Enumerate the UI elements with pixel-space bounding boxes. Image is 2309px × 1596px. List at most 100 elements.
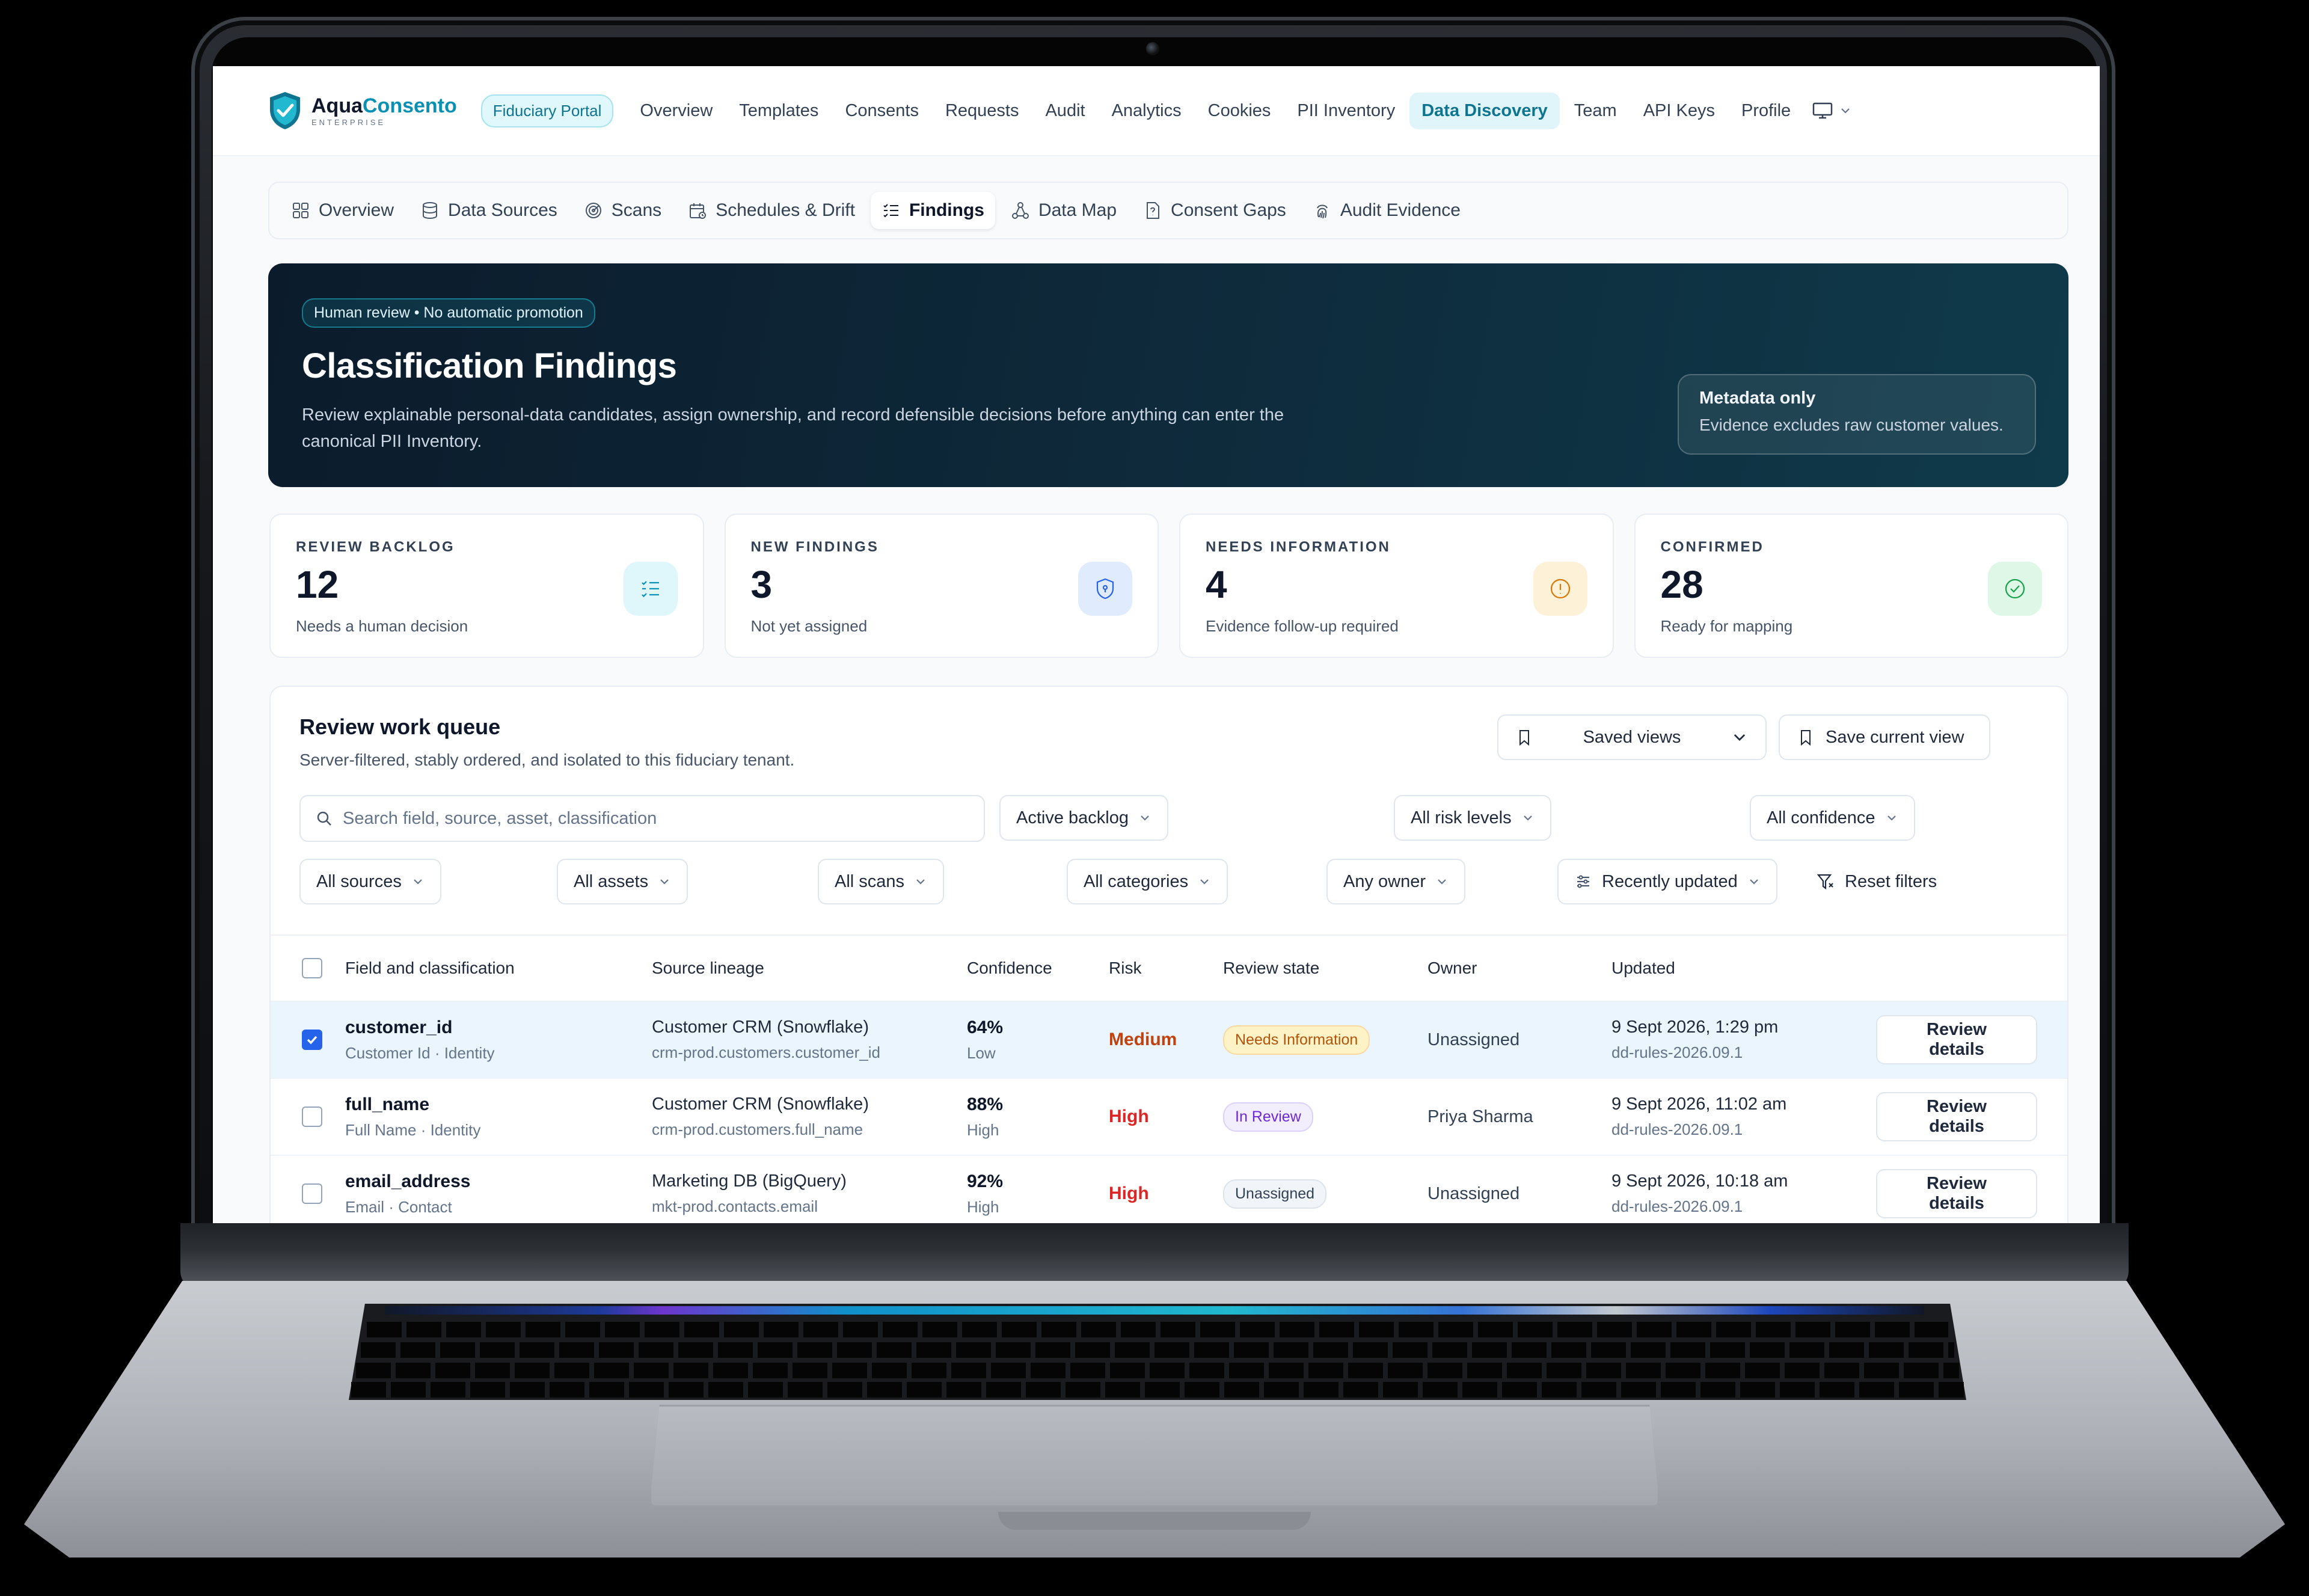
check-circle-icon [1988, 562, 2042, 616]
row-checkbox[interactable] [302, 1106, 322, 1127]
field-name[interactable]: customer_id [345, 1017, 652, 1038]
scans-filter[interactable]: All scans [818, 859, 945, 904]
chevron-down-icon [1841, 108, 1850, 114]
sources-filter[interactable]: All sources [299, 859, 441, 904]
confidence-level: High [967, 1197, 999, 1216]
shield-logo-icon [270, 92, 300, 129]
row-checkbox[interactable] [302, 1183, 322, 1204]
nav-cookies[interactable]: Cookies [1196, 93, 1283, 129]
nav-data-discovery[interactable]: Data Discovery [1409, 92, 1560, 129]
confidence-filter[interactable]: All confidence [1750, 795, 1915, 841]
tab-audit-evidence[interactable]: Audit Evidence [1302, 192, 1471, 229]
owner-filter[interactable]: Any owner [1326, 859, 1466, 904]
stat-card-new-findings[interactable]: NEW FINDINGS 3 Not yet assigned [724, 514, 1159, 658]
page-description: Review explainable personal-data candida… [302, 405, 1284, 451]
tab-overview-label: Overview [319, 200, 394, 220]
review-details-button[interactable]: Review details [1876, 1169, 2037, 1218]
trackpad [649, 1405, 1660, 1507]
column-header[interactable]: Source lineage [652, 959, 967, 978]
nav-links: Overview Templates Consents Requests Aud… [628, 92, 1803, 129]
sort-dropdown[interactable]: Recently updated [1557, 859, 1777, 904]
tab-scans[interactable]: Scans [573, 192, 672, 229]
select-all-checkbox[interactable] [302, 958, 322, 978]
file-question-icon [1147, 202, 1160, 219]
calendar-icon [690, 203, 707, 219]
source-name: Customer CRM (Snowflake) [652, 1094, 869, 1114]
saved-views-dropdown[interactable]: Saved views [1497, 714, 1767, 760]
stat-value: 3 [750, 563, 773, 606]
risk-filter[interactable]: All risk levels [1394, 795, 1551, 841]
column-header[interactable]: Risk [1109, 959, 1223, 978]
stat-card-review-backlog[interactable]: REVIEW BACKLOG 12 Needs a human decision [269, 514, 704, 658]
column-header[interactable]: Confidence [967, 959, 1109, 978]
display-mode-button[interactable] [1812, 102, 1852, 120]
metadata-notice: Metadata only Evidence excludes raw cust… [1678, 374, 2036, 455]
field-name[interactable]: email_address [345, 1171, 652, 1192]
queue-subtitle: Server-filtered, stably ordered, and iso… [299, 750, 795, 769]
nav-overview[interactable]: Overview [628, 93, 725, 129]
column-header[interactable]: Owner [1427, 959, 1611, 978]
nav-pii-inventory[interactable]: PII Inventory [1285, 93, 1407, 129]
source-name: Marketing DB (BigQuery) [652, 1171, 847, 1191]
stat-value: 28 [1660, 563, 1703, 606]
nav-consents[interactable]: Consents [833, 93, 931, 129]
nav-team[interactable]: Team [1562, 93, 1629, 129]
nav-audit[interactable]: Audit [1033, 93, 1097, 129]
review-state-badge: Unassigned [1223, 1179, 1327, 1209]
ruleset-version: dd-rules-2026.09.1 [1611, 1043, 1743, 1061]
portal-badge[interactable]: Fiduciary Portal [480, 94, 614, 127]
filter-x-icon [1817, 874, 1833, 890]
updated-time: 9 Sept 2026, 1:29 pm [1611, 1017, 1779, 1037]
chevron-down-icon [916, 879, 925, 885]
brand-logo[interactable]: AquaConsento ENTERPRISE [267, 90, 457, 131]
column-header[interactable]: Field and classification [345, 959, 652, 978]
review-details-button[interactable]: Review details [1876, 1092, 2037, 1141]
field-classification: Email · Contact [345, 1197, 452, 1216]
stat-sub: Ready for mapping [1660, 617, 1793, 635]
table-row[interactable]: customer_id Customer Id · Identity Custo… [271, 1001, 2067, 1078]
touch-bar [385, 1306, 1924, 1315]
stat-card-needs-information[interactable]: NEEDS INFORMATION 4 Evidence follow-up r… [1179, 514, 1614, 658]
confidence-value: 92% [967, 1171, 1004, 1191]
row-checkbox[interactable] [302, 1030, 322, 1050]
column-header[interactable]: Updated [1611, 959, 1876, 978]
stat-card-confirmed[interactable]: CONFIRMED 28 Ready for mapping [1634, 514, 2068, 658]
column-header[interactable]: Review state [1223, 959, 1427, 978]
risk-level: High [1109, 1106, 1149, 1126]
stat-label: REVIEW BACKLOG [296, 539, 455, 555]
stat-value: 12 [296, 563, 339, 606]
nav-api-keys[interactable]: API Keys [1631, 93, 1727, 129]
tab-data-sources[interactable]: Data Sources [409, 192, 568, 229]
source-path: crm-prod.customers.customer_id [652, 1043, 880, 1061]
review-details-button[interactable]: Review details [1876, 1015, 2037, 1064]
tab-consent-gaps[interactable]: Consent Gaps [1132, 192, 1297, 229]
nav-templates[interactable]: Templates [727, 93, 830, 129]
table-row[interactable]: email_address Email · Contact Marketing … [271, 1155, 2067, 1223]
nav-requests[interactable]: Requests [933, 93, 1031, 129]
scans-filter-value: All scans [835, 871, 905, 891]
nav-analytics[interactable]: Analytics [1100, 93, 1194, 129]
table-row[interactable]: full_name Full Name · Identity Customer … [271, 1078, 2067, 1155]
owner-name: Unassigned [1427, 1183, 1520, 1203]
search-input[interactable] [343, 808, 969, 829]
tab-findings[interactable]: Findings [870, 192, 995, 229]
ruleset-version: dd-rules-2026.09.1 [1611, 1120, 1743, 1138]
stat-label: CONFIRMED [1660, 539, 1764, 555]
field-name[interactable]: full_name [345, 1094, 652, 1115]
tab-overview[interactable]: Overview [280, 192, 405, 229]
tab-consent-gaps-label: Consent Gaps [1171, 200, 1286, 220]
stats-row: REVIEW BACKLOG 12 Needs a human decision… [269, 514, 2068, 658]
save-current-view-button[interactable]: Save current view [1779, 714, 1990, 760]
assets-filter[interactable]: All assets [557, 859, 688, 904]
confidence-value: 64% [967, 1017, 1004, 1037]
categories-filter[interactable]: All categories [1067, 859, 1228, 904]
reset-filters-button[interactable]: Reset filters [1799, 859, 1954, 904]
categories-filter-value: All categories [1084, 871, 1189, 891]
assets-filter-value: All assets [574, 871, 649, 891]
status-filter[interactable]: Active backlog [999, 795, 1168, 841]
tab-schedules-drift[interactable]: Schedules & Drift [677, 192, 866, 229]
key-row [351, 1382, 1964, 1398]
tab-data-map[interactable]: Data Map [1000, 192, 1127, 229]
search-icon [317, 811, 331, 826]
nav-profile[interactable]: Profile [1729, 93, 1803, 129]
